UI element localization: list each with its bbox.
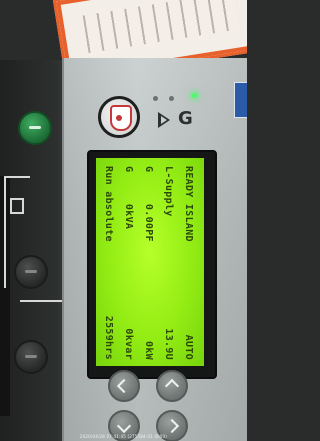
mains-breaker-button[interactable] <box>14 340 48 374</box>
photo-scene: G READY ISLAND AUTO L-Supply 13.9U G 0.00P… <box>0 0 247 441</box>
play-triangle-inner <box>161 116 167 124</box>
start-button[interactable] <box>98 96 140 138</box>
chevron-left-icon <box>116 378 132 394</box>
diagram-busbar-line <box>20 300 62 302</box>
nav-up-button[interactable] <box>156 370 188 402</box>
lcd-mode-text: AUTO <box>183 334 194 360</box>
lcd-row: READY ISLAND AUTO <box>178 166 198 360</box>
lcd-pf-value: G 0.00PF <box>143 166 154 242</box>
lcd-row: L-Supply 13.9U <box>158 166 178 360</box>
breaker-close-button[interactable] <box>18 111 52 145</box>
start-button-icon <box>110 105 132 131</box>
lcd-row: Run absolute 2559hrs <box>98 166 118 360</box>
photo-timestamp: 2020/04/28 07:41:45 (275584-41 0000) <box>79 434 168 439</box>
lcd-supply-label: L-Supply <box>163 166 174 217</box>
status-led-off <box>153 96 158 101</box>
lcd-text-rows: READY ISLAND AUTO L-Supply 13.9U G 0.00PF 0… <box>96 158 204 366</box>
lcd-supply-value: 13.9U <box>163 328 174 360</box>
edge-label <box>234 82 247 118</box>
lcd-kva-value: G 0kVA <box>123 166 134 230</box>
sticker-handwriting <box>76 0 241 55</box>
nav-left-button[interactable] <box>108 370 140 402</box>
lcd-row: G 0kVA 0kvar <box>118 166 138 360</box>
lcd-status-text: READY ISLAND <box>183 166 194 242</box>
lcd-run-label: Run absolute <box>103 166 114 242</box>
chevron-down-icon <box>116 418 132 434</box>
lcd-kw-value: 0kW <box>143 341 154 360</box>
lcd-row: G 0.00PF 0kW <box>138 166 158 360</box>
generator-symbol-icon: G <box>178 108 193 129</box>
status-led-off <box>169 96 174 101</box>
lcd-hours-value: 2559hrs <box>103 315 114 360</box>
diagram-breaker-symbol <box>10 198 24 214</box>
chevron-up-icon <box>164 378 180 394</box>
chevron-right-icon <box>164 418 180 434</box>
status-led-icon <box>192 93 197 98</box>
lcd-screen: READY ISLAND AUTO L-Supply 13.9U G 0.00PF 0… <box>96 158 204 366</box>
lcd-kvar-value: 0kvar <box>123 328 134 360</box>
breaker-open-button[interactable] <box>14 255 48 289</box>
